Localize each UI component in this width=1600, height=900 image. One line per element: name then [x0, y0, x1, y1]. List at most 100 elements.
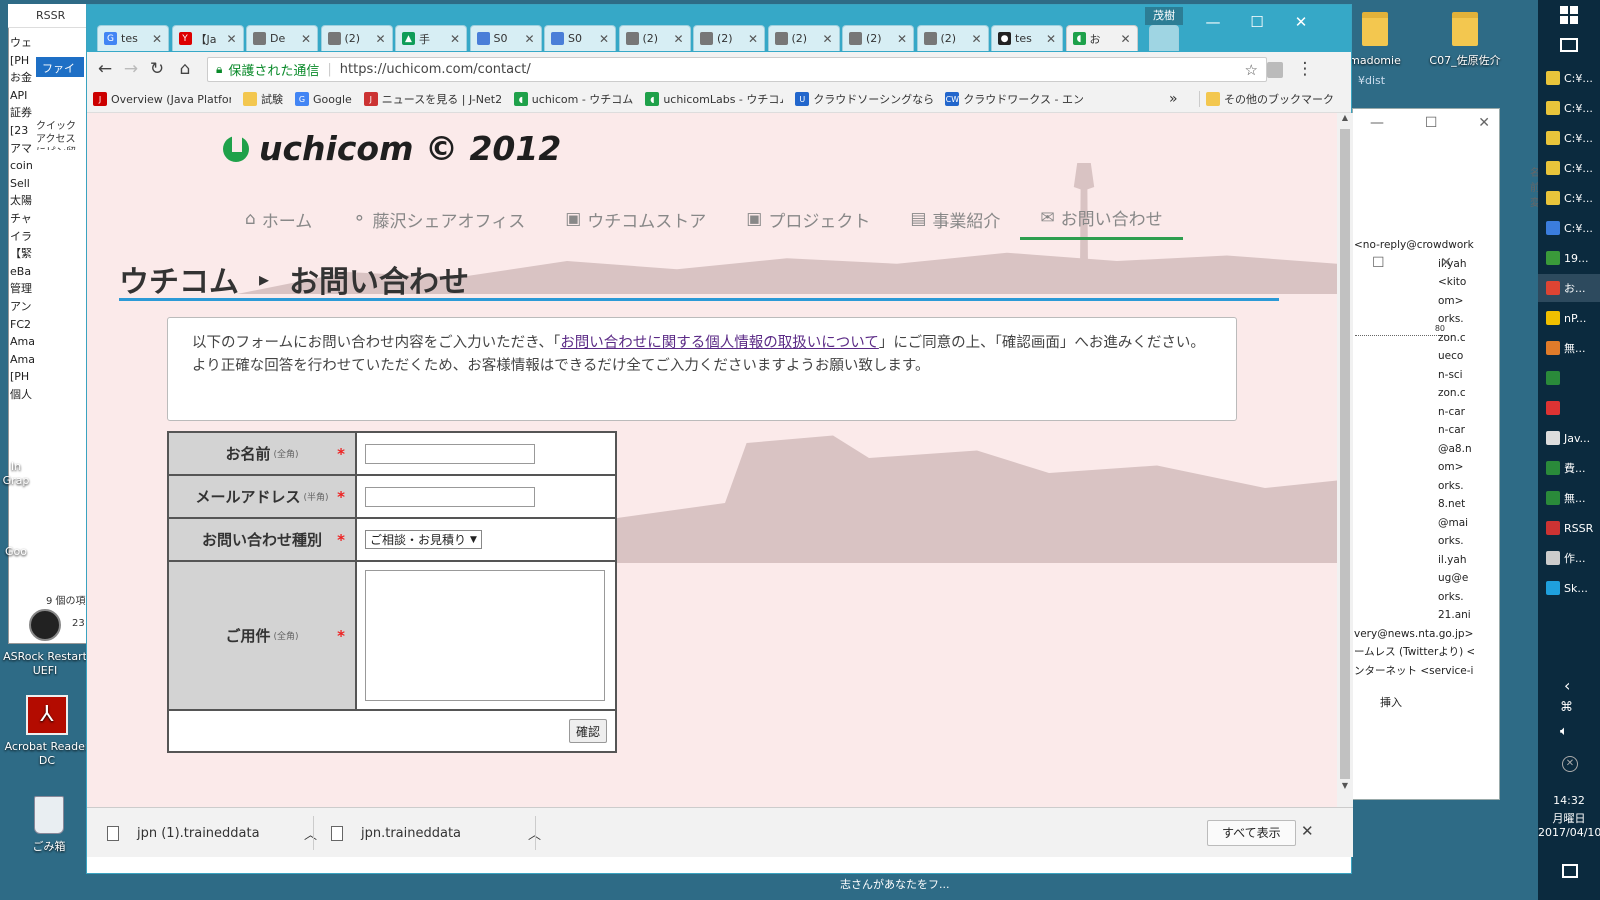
task-view-icon[interactable]	[1560, 38, 1578, 52]
other-bookmarks[interactable]: その他のブックマーク	[1199, 91, 1340, 107]
mail-list-item[interactable]: il.yah	[1438, 255, 1474, 274]
explorer-list-item[interactable]: coin	[10, 157, 34, 175]
taskbar-item[interactable]: C:¥...	[1538, 64, 1600, 92]
taskbar-item[interactable]: C:¥...	[1538, 214, 1600, 242]
taskbar-item[interactable]: C:¥...	[1538, 124, 1600, 152]
bookmark-item[interactable]: J Overview (Java Platfor	[87, 92, 237, 106]
download-item[interactable]: jpn (1).traineddata ︿	[107, 818, 317, 848]
taskbar-item[interactable]: 作...	[1538, 544, 1600, 572]
bookmark-item[interactable]: G Google	[289, 92, 358, 106]
action-center-icon[interactable]	[1562, 864, 1578, 878]
nav-item[interactable]: ⌂ ホーム	[225, 198, 332, 240]
taskbar-item[interactable]: C:¥...	[1538, 154, 1600, 182]
url-text[interactable]: https://uchicom.com/contact/	[340, 62, 531, 77]
home-button[interactable]: ⌂	[173, 57, 197, 81]
browser-tab[interactable]: (2) ✕	[767, 25, 840, 51]
tab-close-icon[interactable]: ✕	[226, 32, 236, 46]
browser-tab[interactable]: (2) ✕	[693, 25, 765, 51]
explorer-list-item[interactable]: Ama	[10, 333, 34, 351]
explorer-list-item[interactable]: [PH	[10, 52, 34, 70]
tab-close-icon[interactable]: ✕	[748, 32, 758, 46]
browser-tab[interactable]: Gtes ✕	[97, 25, 169, 51]
taskbar-item[interactable]: お...	[1538, 274, 1600, 302]
bookmark-item[interactable]: ◖ uchicom - ウチコム	[508, 91, 640, 107]
bookmark-item[interactable]: J ニュースを見る | J-Net21	[358, 91, 508, 107]
explorer-list-item[interactable]: eBa	[10, 263, 34, 281]
mail-list-item[interactable]: @mai	[1438, 514, 1474, 533]
mail-list-item[interactable]: n-car	[1438, 421, 1474, 440]
explorer-list-item[interactable]: Ama	[10, 351, 34, 369]
mail-list-item[interactable]: <no-reply@crowdworks.	[1354, 236, 1474, 255]
taskbar-item[interactable]: nP...	[1538, 304, 1600, 332]
close-window-button[interactable]: ✕	[1283, 11, 1319, 33]
mail-list-item[interactable]: om>	[1438, 458, 1474, 477]
taskbar-item[interactable]: C:¥...	[1538, 94, 1600, 122]
name-field[interactable]	[365, 443, 535, 464]
mail-list-item[interactable]: 21.ani	[1438, 606, 1474, 625]
explorer-list-item[interactable]: 管理	[10, 280, 34, 298]
mail-list-item[interactable]: zon.c	[1438, 384, 1474, 403]
tab-close-icon[interactable]: ✕	[673, 32, 683, 46]
browser-tab[interactable]: (2) ✕	[618, 25, 691, 51]
explorer-list-item[interactable]: イラ	[10, 228, 34, 246]
tab-close-icon[interactable]: ✕	[1046, 32, 1056, 46]
message-textarea[interactable]	[365, 570, 605, 701]
browser-tab[interactable]: De ✕	[246, 25, 318, 51]
volume-icon[interactable]: 🔈︎	[1560, 724, 1568, 739]
explorer-list-item[interactable]: チャ	[10, 210, 34, 228]
browser-tab[interactable]: ▲ 手 ✕	[395, 25, 467, 51]
mail-list-item[interactable]: ueco	[1438, 347, 1474, 366]
browser-tab[interactable]: S0 ✕	[469, 25, 542, 51]
clock-date[interactable]: 2017/04/10	[1538, 826, 1600, 839]
explorer-list-item[interactable]: 【緊	[10, 245, 34, 263]
browser-tab[interactable]: ● tes ✕	[991, 25, 1063, 51]
explorer-list-item[interactable]: [23	[10, 122, 34, 140]
chevron-up-icon[interactable]: ︿	[304, 824, 317, 843]
browser-tab[interactable]: S0 ✕	[544, 25, 616, 51]
taskbar-item[interactable]: 無...	[1538, 484, 1600, 512]
mail-list-item[interactable]: n-sci	[1438, 366, 1474, 385]
bookmarks-overflow-button[interactable]: »	[1169, 91, 1199, 107]
left-explorer-quick-access[interactable]: クイック アクセスにピン留め	[36, 120, 84, 150]
site-logo[interactable]: uchicom © 2012	[223, 129, 561, 168]
minimize-button[interactable]: —	[1195, 11, 1231, 33]
mail-list-item[interactable]: orks.	[1438, 532, 1474, 551]
taskbar-item[interactable]	[1538, 364, 1600, 392]
address-bar[interactable]: 🔒︎ 保護された通信 | https://uchicom.com/contact…	[207, 57, 1267, 82]
bookmark-item[interactable]: ◖ uchicomLabs - ウチコム	[639, 91, 789, 107]
forward-button[interactable]: →	[119, 57, 143, 81]
mail-list-item[interactable]: orks.	[1438, 310, 1474, 329]
explorer-list-item[interactable]: アン	[10, 298, 34, 316]
taskbar-item[interactable]: Jav...	[1538, 424, 1600, 452]
browser-tab[interactable]: (2) ✕	[320, 25, 393, 51]
browser-tab[interactable]: Y 【Ja ✕	[171, 25, 244, 51]
tab-close-icon[interactable]: ✕	[524, 32, 534, 46]
bookmark-item[interactable]: 試験	[237, 91, 289, 107]
mail-list-item[interactable]: <kito	[1438, 273, 1474, 292]
star-icon[interactable]: ☆	[1245, 61, 1258, 79]
bookmark-item[interactable]: Uクラウドソーシングなら日本	[789, 91, 939, 107]
extension-icon[interactable]	[1267, 62, 1283, 78]
scroll-down-arrow-icon[interactable]: ▼	[1337, 781, 1353, 795]
taskbar-item[interactable]: RSSR	[1538, 514, 1600, 542]
taskbar-item[interactable]: 19...	[1538, 244, 1600, 272]
explorer-list-item[interactable]: FC2	[10, 316, 34, 334]
desktop-icon-intel-graphics[interactable]: In Grap	[0, 460, 36, 488]
confirm-button[interactable]: 確認	[568, 719, 607, 743]
menu-icon[interactable]: ⋮	[1293, 57, 1317, 81]
tab-close-icon[interactable]: ✕	[375, 32, 385, 46]
nav-item[interactable]: ▤ 事業紹介	[890, 198, 1020, 240]
mail-list-item[interactable]: @a8.n	[1438, 440, 1474, 459]
reload-button[interactable]: ↻	[145, 57, 169, 81]
bookmark-item[interactable]: CWクラウドワークス - エンジニ	[939, 91, 1089, 107]
explorer-list-item[interactable]: 証券	[10, 104, 34, 122]
privacy-policy-link[interactable]: お問い合わせに関する個人情報の取扱いについて	[560, 335, 879, 351]
network-icon[interactable]: ⌘	[1560, 700, 1573, 715]
scrollbar-thumb[interactable]	[1340, 129, 1350, 779]
explorer-list-item[interactable]: Sell	[10, 175, 34, 193]
explorer-list-item[interactable]: アマ	[10, 140, 34, 158]
chevron-left-icon[interactable]: ‹	[1564, 676, 1570, 695]
mail-list-item[interactable]: n-car	[1438, 403, 1474, 422]
nav-item[interactable]: ✉ お問い合わせ	[1020, 198, 1183, 240]
page-scrollbar[interactable]: ▲ ▼	[1337, 113, 1353, 807]
